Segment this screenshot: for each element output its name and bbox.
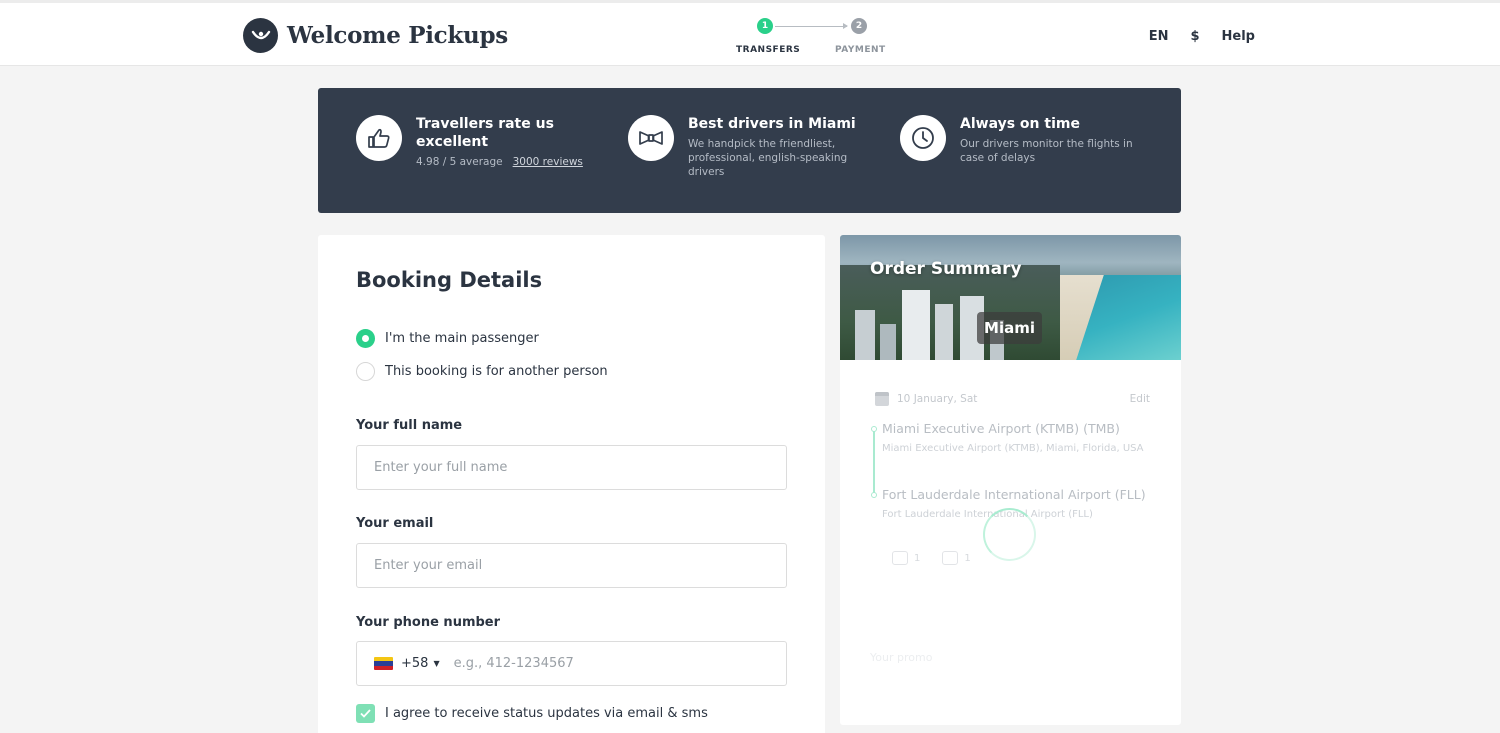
option-label: This booking is for another person (385, 364, 608, 379)
benefits-banner: Travellers rate us excellent 4.98 / 5 av… (318, 88, 1181, 213)
bow-tie-icon (628, 115, 674, 161)
thumbs-up-icon (356, 115, 402, 161)
logo-text: Welcome Pickups (287, 22, 508, 49)
loading-spinner-icon (983, 508, 1036, 561)
summary-title: Order Summary (870, 259, 1022, 279)
clock-icon (900, 115, 946, 161)
top-header: Welcome Pickups 1 2 TRANSFERS PAYMENT EN… (0, 0, 1500, 66)
phone-input[interactable]: +58 ▼ e.g., 412-1234567 (356, 641, 787, 686)
full-name-input[interactable]: Enter your full name (356, 445, 787, 490)
rating-text: 4.98 / 5 average 3000 reviews (416, 155, 583, 169)
origin-dot-icon (871, 426, 877, 432)
step-1-label: TRANSFERS (736, 45, 801, 55)
email-placeholder: Enter your email (374, 558, 483, 573)
luggage-icon (942, 551, 959, 565)
email-input[interactable]: Enter your email (356, 543, 787, 588)
phone-label: Your phone number (356, 615, 501, 630)
order-summary-card: Order Summary Miami 10 January, Sat Edit… (840, 235, 1181, 725)
benefit-subtitle: Our drivers monitor the flights in case … (960, 138, 1133, 164)
option-label: I'm the main passenger (385, 331, 539, 346)
radio-empty-icon[interactable] (356, 362, 375, 381)
email-label: Your email (356, 516, 434, 531)
full-name-label: Your full name (356, 418, 463, 433)
pickup-address: Miami Executive Airport (KTMB), Miami, F… (882, 443, 1144, 454)
benefit-title: Always on time (960, 116, 1080, 132)
language-selector[interactable]: EN (1149, 29, 1169, 44)
luggage-count: 1 (942, 551, 971, 565)
step-1-indicator: 1 (757, 18, 773, 34)
passenger-icon (892, 551, 908, 565)
trip-date: 10 January, Sat (875, 392, 977, 406)
checkout-steps: 1 2 TRANSFERS PAYMENT (730, 18, 890, 58)
status-updates-consent[interactable]: I agree to receive status updates via em… (356, 704, 708, 723)
edit-link[interactable]: Edit (1130, 393, 1150, 405)
dropoff-name: Fort Lauderdale International Airport (F… (882, 487, 1146, 502)
city-hero-image: Order Summary Miami (840, 235, 1181, 360)
phone-placeholder: e.g., 412-1234567 (453, 656, 574, 671)
header-nav: EN $ Help (1149, 29, 1255, 44)
venezuela-flag-icon (374, 657, 393, 670)
consent-label: I agree to receive status updates via em… (385, 706, 708, 721)
radio-selected-icon[interactable] (356, 329, 375, 348)
country-code: +58 (401, 656, 429, 671)
step-arrow-icon (843, 23, 848, 29)
route-line (873, 429, 875, 495)
promo-label: Your promo (870, 651, 933, 664)
city-badge: Miami (977, 312, 1042, 344)
rating-average: 4.98 / 5 average (416, 156, 503, 168)
full-name-placeholder: Enter your full name (374, 460, 508, 475)
pickup-name: Miami Executive Airport (KTMB) (TMB) (882, 421, 1120, 436)
booking-details-card: Booking Details I'm the main passenger T… (318, 235, 825, 733)
checkbox-checked-icon[interactable] (356, 704, 375, 723)
benefit-rating: Travellers rate us excellent 4.98 / 5 av… (356, 115, 583, 169)
step-connector (775, 26, 847, 27)
logo[interactable]: Welcome Pickups (243, 18, 508, 53)
destination-dot-icon (871, 492, 877, 498)
help-link[interactable]: Help (1222, 29, 1255, 44)
trip-counts: 1 1 (892, 551, 971, 565)
pickup-location: Miami Executive Airport (KTMB) (TMB) Mia… (882, 421, 1152, 457)
benefit-drivers: Best drivers in Miami We handpick the fr… (628, 115, 858, 179)
logo-icon (243, 18, 278, 53)
benefit-title: Best drivers in Miami (688, 116, 856, 132)
benefit-title: Travellers rate us excellent (416, 116, 554, 150)
option-another-person[interactable]: This booking is for another person (356, 362, 608, 381)
step-2-indicator: 2 (851, 18, 867, 34)
benefit-subtitle: We handpick the friendliest, professiona… (688, 138, 848, 178)
booking-title: Booking Details (356, 268, 543, 292)
trip-date-text: 10 January, Sat (897, 393, 978, 405)
step-2-label: PAYMENT (835, 45, 886, 55)
passengers-count: 1 (892, 551, 920, 565)
caret-down-icon: ▼ (433, 659, 440, 668)
calendar-icon (875, 392, 889, 406)
currency-selector[interactable]: $ (1190, 29, 1199, 44)
country-code-selector[interactable]: +58 ▼ (374, 656, 440, 671)
option-main-passenger[interactable]: I'm the main passenger (356, 329, 539, 348)
reviews-link[interactable]: 3000 reviews (513, 156, 583, 168)
benefit-on-time: Always on time Our drivers monitor the f… (900, 115, 1140, 165)
